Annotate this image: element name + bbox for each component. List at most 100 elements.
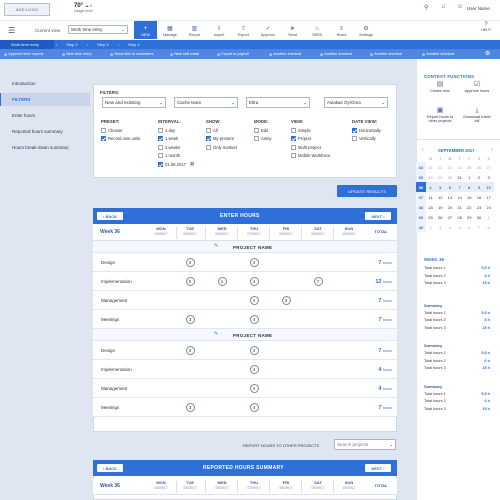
option-2-weeks[interactable]: 2 weeks — [158, 143, 180, 151]
summary-back-button[interactable]: ‹ BACK — [97, 464, 123, 472]
option-choose[interactable]: Choose — [101, 126, 122, 134]
option-multi-project[interactable]: Multi-project — [291, 143, 321, 151]
calendar-day[interactable]: 1 — [484, 212, 494, 222]
calendar-day[interactable]: 3 — [435, 222, 445, 232]
calendar-day[interactable]: 8 — [484, 222, 494, 232]
calendar-day[interactable]: 5 — [435, 182, 445, 192]
option-project[interactable]: Project — [291, 135, 311, 143]
calendar-day[interactable]: 21 — [426, 162, 436, 172]
update-results-button[interactable]: UPDATE RESULTS — [337, 185, 397, 197]
calendar-day[interactable]: 17 — [484, 192, 494, 202]
context-download-travel-bill[interactable]: ⤓ Download travel bill — [461, 107, 493, 124]
tab-step-3[interactable]: Step 3 — [97, 40, 109, 49]
checkbox[interactable] — [158, 161, 163, 167]
edit-icon[interactable]: ✎ — [214, 243, 218, 249]
calendar-day[interactable]: 14 — [455, 192, 465, 202]
settings-icon[interactable]: ⚙ — [485, 50, 490, 57]
calendar-day[interactable]: 2 — [426, 222, 436, 232]
calendar-day[interactable]: 10 — [484, 182, 494, 192]
calendar-icon[interactable]: ▦ — [190, 161, 194, 167]
context-create-new[interactable]: ▤ Create new — [424, 81, 456, 93]
context-report-hours-to-other-projects[interactable]: ▣ Report hours to other projects — [424, 107, 456, 124]
calendar-day[interactable]: 20 — [445, 202, 455, 212]
checkbox[interactable] — [291, 144, 296, 150]
filter-select-4[interactable]: Asiakas Oy/Oma ⌄ — [324, 97, 388, 108]
option-01-09-2017[interactable]: 01.09.2017 — [158, 160, 186, 168]
checkbox[interactable] — [254, 127, 259, 133]
calendar-day[interactable]: 30 — [445, 172, 455, 182]
filter-select-1[interactable]: New and exitsting ⌄ — [102, 97, 166, 108]
shortcut-1[interactable]: ⊕ Approve time reports — [4, 50, 43, 58]
calendar-day[interactable]: 4 — [426, 182, 436, 192]
calendar-day[interactable]: 6 — [464, 222, 474, 232]
calendar-day[interactable]: 21 — [455, 202, 465, 212]
bell-icon[interactable]: ♫ — [441, 4, 446, 10]
shortcut-2[interactable]: ⊕ New time entry — [62, 50, 92, 58]
hour-cell[interactable]: 4 — [249, 277, 259, 286]
user-name[interactable]: User Name — [467, 6, 490, 11]
tab-step-2[interactable]: Step 2 — [66, 40, 78, 49]
tab-step-1[interactable]: Work time entry — [11, 40, 39, 49]
checkbox[interactable] — [101, 136, 106, 142]
sidebar-item-filters[interactable]: FILTERS — [12, 97, 30, 102]
help-button[interactable]: ? HELP — [477, 22, 495, 39]
hour-cell[interactable]: 0 — [185, 277, 195, 286]
shortcut-3[interactable]: ⊕ Send bills to customers — [110, 50, 153, 58]
hour-cell[interactable]: 4 — [249, 346, 259, 355]
option-record-own-units[interactable]: Record own units — [101, 135, 140, 143]
search-icon[interactable]: ⚲ — [424, 4, 428, 11]
checkbox[interactable] — [101, 127, 106, 133]
report-button[interactable]: ▥ Report — [183, 21, 206, 39]
approve-button[interactable]: ✓ Approve — [257, 21, 280, 39]
checkbox[interactable] — [158, 136, 163, 142]
checkbox[interactable] — [158, 127, 163, 133]
context-approve-hours[interactable]: ☑ Approve hours — [461, 81, 493, 93]
logo[interactable]: ADD LOGO — [4, 3, 50, 16]
option-simple[interactable]: Simple — [291, 126, 311, 134]
settings-button[interactable]: ⚙ Settings — [355, 21, 378, 39]
calendar-day[interactable]: 23 — [445, 162, 455, 172]
checkbox[interactable] — [206, 136, 211, 142]
hour-cell[interactable]: 4 — [249, 296, 259, 305]
calendar-day[interactable]: 23 — [474, 202, 484, 212]
calendar-day[interactable]: 16 — [474, 192, 484, 202]
summary-next-button[interactable]: NEXT › — [365, 464, 391, 472]
hour-cell[interactable]: 7 — [313, 277, 323, 286]
option-my-present[interactable]: My present — [206, 135, 234, 143]
manage-button[interactable]: ▦ Manage — [159, 21, 182, 39]
option-all[interactable]: All — [206, 126, 218, 134]
option-only-marked[interactable]: Only marked — [206, 143, 237, 151]
enter-hours-back-button[interactable]: ‹ BACK — [97, 212, 123, 220]
sidebar-item-introduction[interactable]: Introduction — [12, 81, 36, 86]
checkbox[interactable] — [158, 144, 163, 150]
hour-cell[interactable]: 3 — [185, 258, 195, 267]
checkbox[interactable] — [291, 136, 296, 142]
calendar-day[interactable]: 25 — [464, 162, 474, 172]
hour-cell[interactable]: 4 — [249, 365, 259, 374]
sidebar-item-reported-hours[interactable]: Reported hours summary — [12, 129, 63, 134]
tab-step-4[interactable]: Step 4 — [128, 40, 140, 49]
calendar-day[interactable]: 18 — [426, 202, 436, 212]
calendar-day[interactable]: 22 — [435, 162, 445, 172]
filter-select-3[interactable]: Eltra ⌄ — [246, 97, 310, 108]
sepa-button[interactable]: ⌂ SEPA — [306, 21, 329, 39]
checkbox[interactable] — [206, 144, 211, 150]
option-1-week[interactable]: 1 week — [158, 135, 178, 143]
search-projects-select[interactable]: Search projects ⌄ — [334, 439, 396, 450]
option-1-day[interactable]: 1 day — [158, 126, 175, 134]
calendar-day[interactable]: 27 — [484, 162, 494, 172]
shortcut-9[interactable]: ⊕ Another shortcut — [422, 50, 454, 58]
filter-select-2[interactable]: Cache team ⌄ — [174, 97, 238, 108]
option-1-month[interactable]: 1 month — [158, 152, 180, 160]
enter-hours-next-button[interactable]: NEXT › — [365, 212, 391, 220]
calendar-day[interactable]: 30 — [474, 212, 484, 222]
checkbox[interactable] — [254, 136, 259, 142]
shortcut-5[interactable]: ⊕ Export to payroll — [217, 50, 249, 58]
checkbox[interactable] — [291, 153, 296, 159]
hour-cell[interactable]: 4 — [249, 403, 259, 412]
calendar-day[interactable]: 15 — [464, 192, 474, 202]
hour-cell[interactable]: 4 — [249, 315, 259, 324]
option-amity[interactable]: Amity — [254, 135, 271, 143]
option-vertically[interactable]: Vertically — [352, 135, 376, 143]
next-month-icon[interactable]: › — [491, 147, 493, 153]
